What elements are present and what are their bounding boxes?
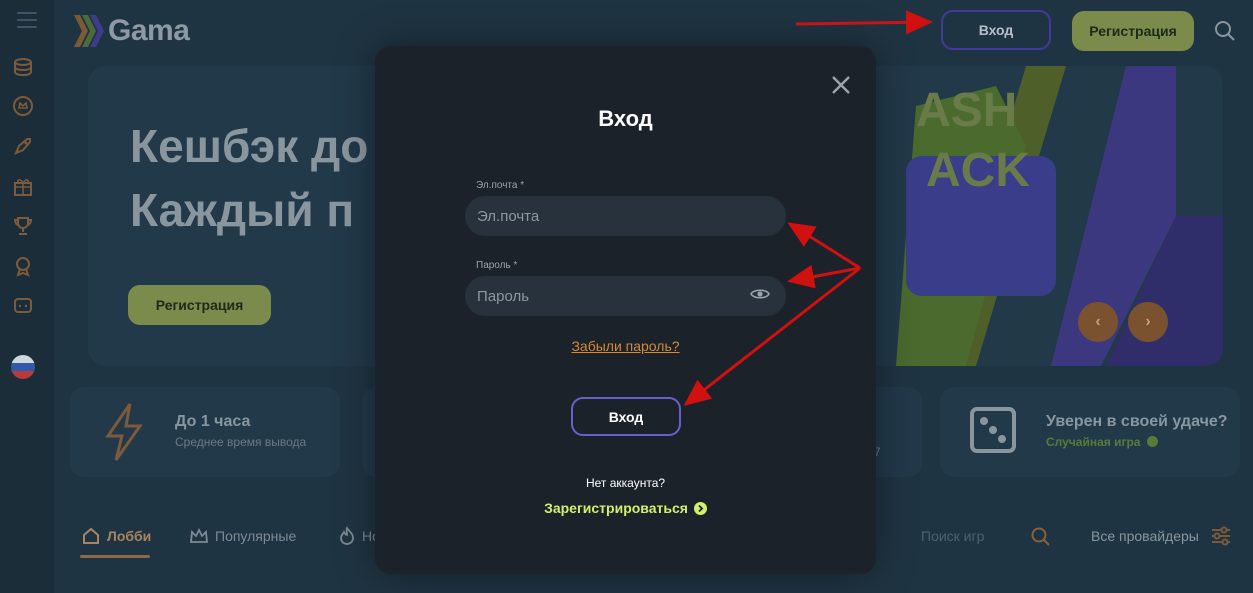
tab-active-indicator xyxy=(80,555,150,558)
fire-icon xyxy=(340,526,354,545)
register-link-label: Зарегистрироваться xyxy=(544,500,688,516)
random-game-link-label: Случайная игра xyxy=(1046,435,1141,449)
random-game-card[interactable]: Уверен в своей удаче? Случайная игра xyxy=(940,387,1240,477)
banner-title-line2: Каждый п xyxy=(130,184,355,236)
login-modal: Вход Эл.почта * Пароль * Забыли пароль? … xyxy=(375,46,876,574)
coins-icon[interactable] xyxy=(12,56,34,78)
language-flag-icon[interactable] xyxy=(11,355,35,379)
payout-card: До 1 часа Среднее время вывода xyxy=(70,387,340,477)
rocket-icon[interactable] xyxy=(12,135,34,157)
sidebar xyxy=(0,0,54,593)
banner-title-line1: Кешбэк до xyxy=(130,120,369,172)
search-icon[interactable] xyxy=(1213,19,1237,43)
payout-subtitle: Среднее время вывода xyxy=(175,435,307,449)
arrow-right-icon xyxy=(693,501,707,515)
search-icon[interactable] xyxy=(1030,526,1052,548)
arrow-circle-icon xyxy=(1146,436,1158,447)
badge-icon[interactable] xyxy=(12,255,34,277)
banner-register-button[interactable]: Регистрация xyxy=(128,285,271,325)
random-game-link[interactable]: Случайная игра xyxy=(1046,435,1158,449)
crown-icon[interactable] xyxy=(12,95,34,117)
banner-prev-button[interactable]: ‹ xyxy=(1078,302,1118,342)
tab-lobby-label: Лобби xyxy=(107,528,152,544)
chat-icon[interactable] xyxy=(12,295,34,317)
tab-new[interactable]: Но xyxy=(338,526,380,546)
modal-title: Вход xyxy=(598,106,653,131)
games-search-input[interactable]: Поиск игр xyxy=(921,528,984,544)
no-account-text: Нет аккаунта? xyxy=(585,476,666,490)
home-icon xyxy=(83,527,99,544)
dice-icon xyxy=(970,407,1016,453)
forgot-password-link[interactable]: Забыли пароль? xyxy=(375,338,876,354)
logo-text: Gama xyxy=(108,14,190,47)
password-label: Пароль * xyxy=(476,260,518,271)
tab-lobby[interactable]: Лобби xyxy=(81,526,151,546)
show-password-icon[interactable] xyxy=(750,287,770,301)
logo[interactable]: Gama xyxy=(72,12,190,50)
lightning-icon xyxy=(105,403,143,461)
random-game-title: Уверен в своей удаче? xyxy=(1046,413,1228,430)
password-field[interactable] xyxy=(465,276,786,316)
email-field[interactable] xyxy=(465,196,786,236)
logo-icon xyxy=(74,15,104,47)
banner-title: Кешбэк до Каждый п xyxy=(130,114,368,242)
register-link[interactable]: Зарегистрироваться xyxy=(375,500,876,516)
crown-icon xyxy=(190,527,208,543)
close-icon[interactable] xyxy=(830,74,852,96)
filter-icon[interactable] xyxy=(1210,525,1232,547)
gift-icon[interactable] xyxy=(12,175,34,197)
cashback-artwork: ASH ACK xyxy=(896,66,1223,366)
svg-text:ACK: ACK xyxy=(926,144,1030,197)
login-button[interactable]: Вход xyxy=(941,10,1051,50)
submit-login-button[interactable]: Вход xyxy=(571,397,681,436)
tab-popular[interactable]: Популярные xyxy=(189,526,296,546)
menu-icon[interactable] xyxy=(17,12,37,33)
email-label: Эл.почта * xyxy=(476,180,525,191)
payout-title: До 1 часа xyxy=(175,413,251,430)
providers-filter[interactable]: Все провайдеры xyxy=(1091,528,1199,544)
banner-next-button[interactable]: › xyxy=(1128,302,1168,342)
register-button[interactable]: Регистрация xyxy=(1072,11,1194,51)
svg-text:ASH: ASH xyxy=(916,84,1017,137)
tab-popular-label: Популярные xyxy=(215,528,297,544)
trophy-icon[interactable] xyxy=(12,215,34,237)
